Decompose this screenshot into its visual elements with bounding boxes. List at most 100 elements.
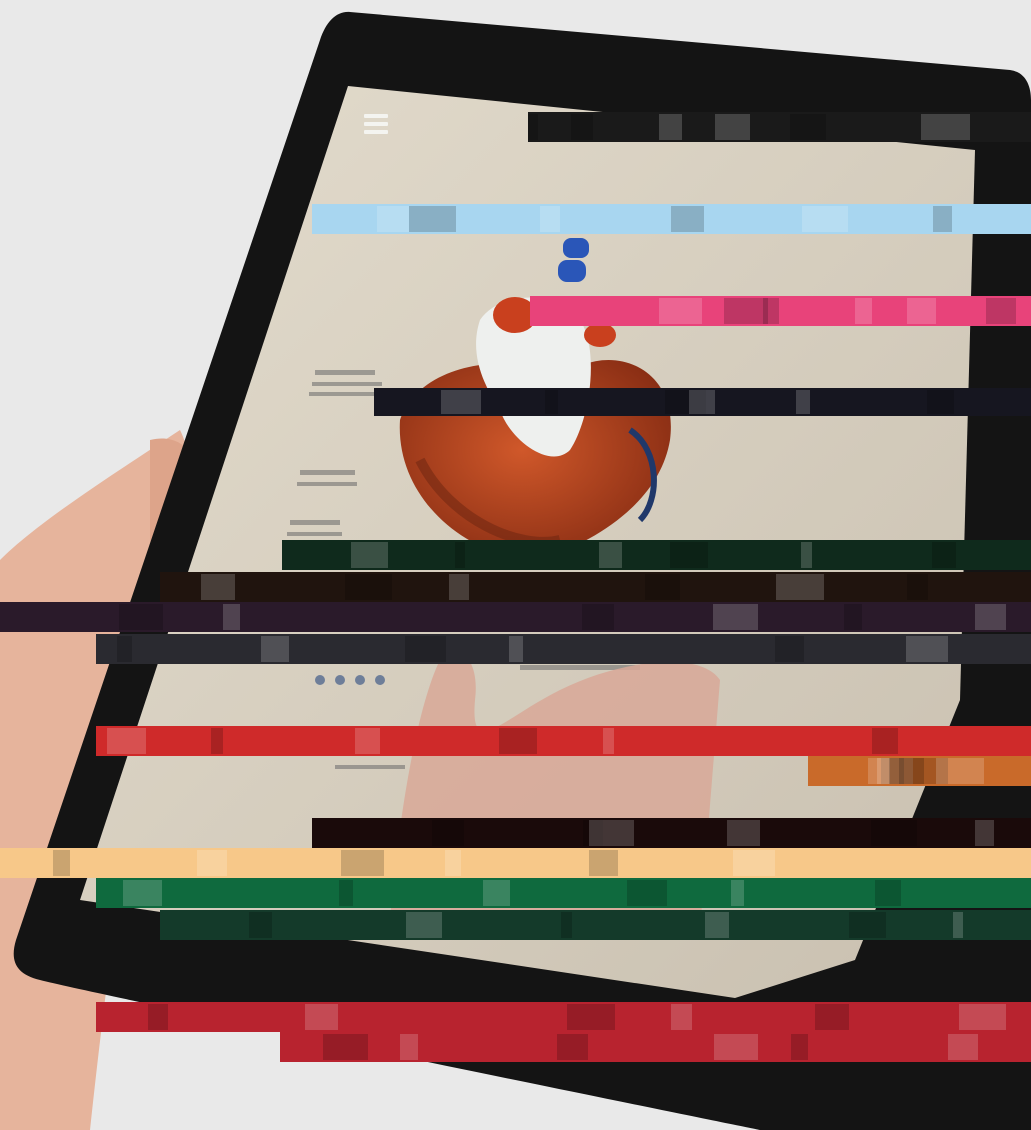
glitch-pixel [906,636,948,662]
glitch-pixel [589,850,618,876]
glitch-band [282,540,1031,570]
glitch-pixel [844,604,862,630]
glitch-pixel [670,542,708,568]
menu-button[interactable] [356,104,396,144]
glitch-pixel [599,542,622,568]
glitch-pixel [323,1034,368,1060]
glitch-pixel [107,728,146,754]
glitch-pixel [871,820,917,846]
glitch-pixel [731,880,744,906]
glitch-pixel [796,390,810,414]
glitch-pixel [441,390,481,414]
glitch-pixel [724,298,768,324]
glitch-band [160,572,1031,602]
glitch-pixel [715,114,750,140]
glitch-pixel [948,1034,978,1060]
glitch-pixel [123,880,162,906]
glitch-pixel [561,912,572,938]
glitch-pixel [872,728,898,754]
glitch-pixel [627,880,667,906]
glitch-pixel [445,850,461,876]
glitch-pixel [305,1004,338,1030]
glitch-pixel [671,1004,692,1030]
glitch-pixel [727,820,760,846]
glitch-pixel [117,636,132,662]
glitch-pixel [249,912,272,938]
ar-heart-tablet-photo [0,0,1031,1130]
glitch-band [280,1032,1031,1062]
glitch-pixel [802,206,848,232]
glitch-pixel [986,298,1016,324]
glitch-pixel [582,604,614,630]
glitch-pixel [959,1004,1006,1030]
glitch-pixel [545,390,558,414]
glitch-pixel [53,850,70,876]
glitch-pixel [197,850,227,876]
glitch-pixel [889,758,924,784]
glitch-pixel [868,758,890,784]
glitch-pixel [528,114,538,140]
glitch-pixel [975,604,1006,630]
glitch-pixel [540,206,560,232]
glitch-pixel [689,390,715,414]
glitch-pixel [875,880,901,906]
glitch-pixel [345,574,392,600]
glitch-pixel [483,880,510,906]
glitch-pixel [571,114,593,140]
glitch-pixel [659,114,682,140]
glitch-pixel [406,912,442,938]
glitch-pixel [714,1034,758,1060]
glitch-pixel [671,206,704,232]
glitch-pixel [201,574,235,600]
glitch-pixel [223,604,240,630]
glitch-pixel [449,574,469,600]
glitch-pixel [432,820,464,846]
glitch-pixel [953,912,963,938]
glitch-pixel [567,1004,615,1030]
glitch-pixel [351,542,388,568]
glitch-band [0,848,1031,878]
glitch-pixel [645,574,680,600]
glitch-pixel [921,114,970,140]
glitch-pixel [400,1034,418,1060]
vessel-top-right [584,323,616,347]
glitch-pixel [705,912,729,938]
glitch-pixel [119,604,163,630]
glitch-pixel [409,206,456,232]
glitch-pixel [933,206,952,232]
glitch-pixel [907,574,928,600]
blue-vein-2 [558,260,586,282]
glitch-pixel [775,636,804,662]
glitch-pixel [855,298,872,324]
glitch-pixel [791,1034,808,1060]
glitch-band [96,634,1031,664]
glitch-pixel [776,574,824,600]
glitch-pixel [849,912,886,938]
glitch-pixel [927,390,954,414]
glitch-band [312,818,1031,848]
glitch-band [160,910,1031,940]
glitch-pixel [377,206,409,232]
glitch-pixel [815,1004,849,1030]
glitch-pixel [932,542,956,568]
glitch-pixel [790,114,826,140]
glitch-pixel [713,604,758,630]
glitch-pixel [975,820,994,846]
glitch-pixel [936,758,984,784]
glitch-pixel [907,298,936,324]
glitch-band [530,296,1031,326]
glitch-pixel [589,820,634,846]
glitch-pixel [659,298,702,324]
glitch-pixel [455,542,465,568]
blue-vein-1 [563,238,589,258]
hamburger-menu-icon [364,114,388,134]
glitch-pixel [801,542,812,568]
glitch-pixel [211,728,223,754]
glitch-pixel [339,880,353,906]
glitch-pixel [261,636,289,662]
glitch-pixel [148,1004,168,1030]
glitch-pixel [763,298,779,324]
glitch-pixel [499,728,537,754]
glitch-pixel [509,636,523,662]
glitch-band [96,1002,1031,1032]
